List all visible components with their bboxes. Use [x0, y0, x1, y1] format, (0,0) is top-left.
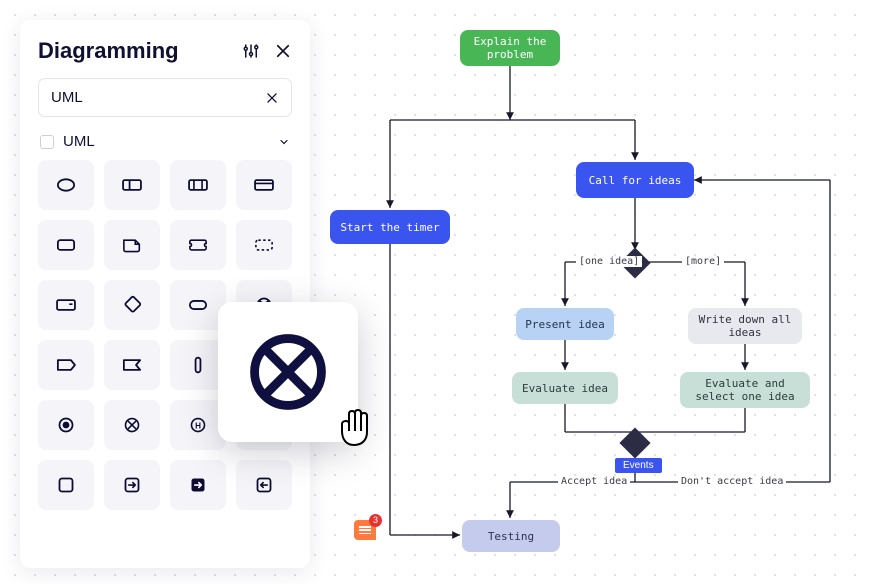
node-label: Evaluate and select one idea [688, 377, 802, 403]
shape-outline-circle-x[interactable] [104, 400, 160, 450]
comment-count: 3 [369, 514, 382, 527]
shape-round-rect[interactable] [38, 220, 94, 270]
svg-text:H: H [195, 421, 201, 430]
shape-split-rect[interactable] [104, 160, 160, 210]
shape-filled-circle[interactable] [38, 400, 94, 450]
shape-side-rect[interactable] [38, 280, 94, 330]
node-label: Explain the problem [468, 35, 552, 61]
shape-square[interactable] [38, 460, 94, 510]
comment-icon [359, 526, 371, 534]
comment-badge[interactable]: 3 [354, 520, 376, 540]
shape-double-rect[interactable] [170, 160, 226, 210]
node-start[interactable]: Start the timer [330, 210, 450, 244]
category-label: UML [63, 133, 269, 150]
pill-label: Events [623, 460, 654, 471]
category-row[interactable]: UML [38, 129, 292, 160]
shape-folded-rect[interactable] [104, 220, 160, 270]
grab-cursor-icon [334, 404, 374, 448]
shape-rhombus[interactable] [104, 280, 160, 330]
shape-arrow-in-outline[interactable] [236, 460, 292, 510]
node-label: Evaluate idea [522, 382, 608, 395]
shape-arrow-in-filled[interactable] [170, 460, 226, 510]
node-testing[interactable]: Testing [462, 520, 560, 552]
node-label: Start the timer [340, 221, 439, 234]
category-checkbox[interactable] [40, 135, 54, 149]
panel-title: Diagramming [38, 38, 179, 64]
node-label: Call for ideas [589, 174, 682, 187]
shape-ellipse[interactable] [38, 160, 94, 210]
node-explain[interactable]: Explain the problem [460, 30, 560, 66]
node-evaluate[interactable]: Evaluate idea [512, 372, 618, 404]
edge-label-more: [more] [682, 256, 724, 267]
shape-arrow-out[interactable] [104, 460, 160, 510]
settings-icon[interactable] [242, 42, 260, 60]
panel-header: Diagramming [38, 38, 292, 64]
node-label: Write down all ideas [696, 313, 794, 339]
events-pill[interactable]: Events [615, 458, 662, 473]
search-input[interactable] [51, 89, 265, 106]
shapes-panel: Diagramming UML [20, 20, 310, 568]
chevron-down-icon[interactable] [278, 136, 290, 148]
node-present[interactable]: Present idea [516, 308, 614, 340]
node-writeall[interactable]: Write down all ideas [688, 308, 802, 344]
shape-flag[interactable] [104, 340, 160, 390]
shape-dashed-rect[interactable] [236, 220, 292, 270]
shape-tag[interactable] [38, 340, 94, 390]
shape-ticket-rect[interactable] [170, 220, 226, 270]
edge-label-one-idea: [one idea] [576, 256, 642, 267]
close-icon[interactable] [274, 42, 292, 60]
node-evalsel[interactable]: Evaluate and select one idea [680, 372, 810, 408]
edge-label-dont-accept: Don't accept idea [678, 476, 786, 487]
shape-top-bar-rect[interactable] [236, 160, 292, 210]
circle-x-icon [244, 328, 332, 416]
clear-search-icon[interactable] [265, 91, 279, 105]
node-call[interactable]: Call for ideas [576, 162, 694, 198]
node-label: Present idea [525, 318, 604, 331]
node-label: Testing [488, 530, 534, 543]
edge-label-accept: Accept idea [558, 476, 630, 487]
search-field[interactable] [38, 78, 292, 117]
